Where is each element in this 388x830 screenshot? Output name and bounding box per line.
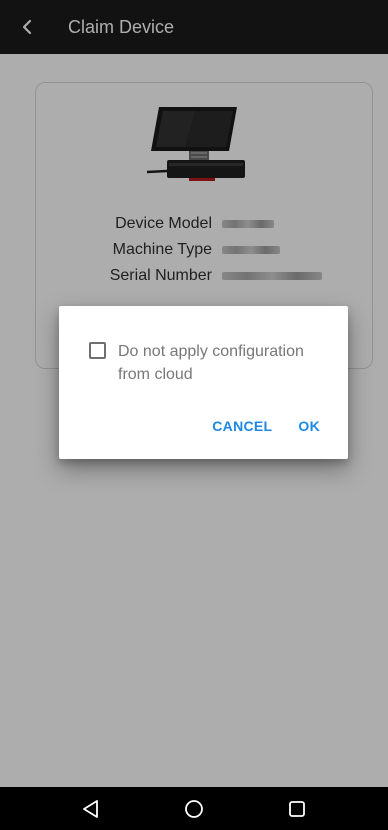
nav-recents-button[interactable] — [277, 789, 317, 829]
nav-back-button[interactable] — [71, 789, 111, 829]
nav-home-icon — [185, 799, 203, 818]
system-nav-bar — [0, 787, 388, 830]
no-cloud-config-checkbox[interactable] — [89, 342, 106, 359]
cancel-button[interactable]: CANCEL — [212, 418, 272, 434]
no-cloud-config-label[interactable]: Do not apply configuration from cloud — [118, 340, 328, 386]
nav-recents-icon — [288, 800, 305, 817]
claim-options-dialog: Do not apply configuration from cloud CA… — [59, 306, 348, 459]
dialog-actions: CANCEL OK — [212, 418, 320, 434]
ok-button[interactable]: OK — [298, 418, 320, 434]
nav-home-button[interactable] — [174, 789, 214, 829]
no-cloud-config-option[interactable]: Do not apply configuration from cloud — [89, 340, 328, 386]
nav-back-icon — [83, 799, 99, 818]
